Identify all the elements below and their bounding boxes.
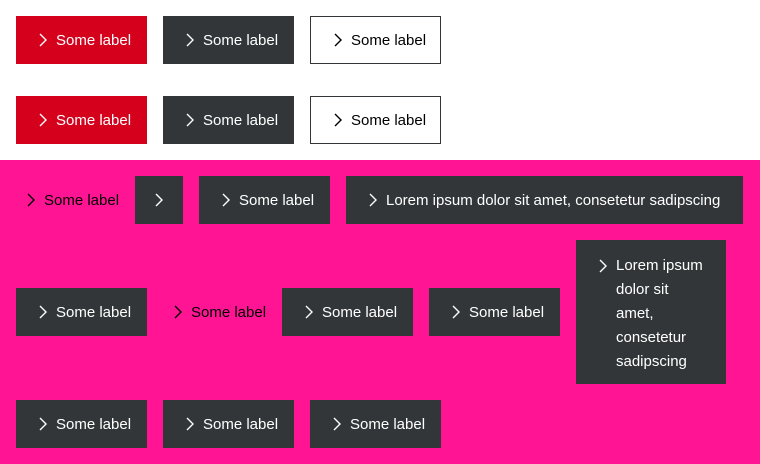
arrow-head-right-icon	[22, 190, 44, 210]
wrapped-label-button[interactable]: Lorem ipsum dolor sit amet, consetetur s…	[576, 240, 726, 384]
arrow-head-right-icon	[169, 302, 191, 322]
icon-only-button[interactable]	[135, 176, 183, 224]
secondary-button[interactable]: Some label	[429, 288, 560, 336]
arrow-head-right-icon	[181, 30, 203, 50]
arrow-head-right-icon	[329, 30, 351, 50]
secondary-button[interactable]: Some label	[16, 400, 147, 448]
button-label: Some label	[56, 303, 132, 321]
secondary-button[interactable]: Some label	[16, 288, 147, 336]
secondary-button[interactable]: Some label	[282, 288, 413, 336]
arrow-head-right-icon	[34, 30, 56, 50]
secondary-button[interactable]: Some label	[310, 400, 441, 448]
button-label: Some label	[351, 111, 427, 129]
arrow-head-right-icon	[329, 110, 351, 130]
long-label-button[interactable]: Lorem ipsum dolor sit amet, consetetur s…	[346, 176, 743, 224]
secondary-button[interactable]: Some label	[163, 400, 294, 448]
button-label: Some label	[351, 31, 427, 49]
button-label: Lorem ipsum dolor sit amet, consetetur s…	[386, 191, 721, 209]
arrow-head-right-icon	[364, 190, 386, 210]
button-label: Some label	[322, 303, 398, 321]
button-label: Some label	[350, 415, 426, 433]
button-label: Some label	[203, 31, 279, 49]
button-label: Some label	[56, 415, 132, 433]
button-label: Some label	[469, 303, 545, 321]
primary-button[interactable]: Some label	[16, 16, 147, 64]
arrow-head-right-icon	[217, 190, 239, 210]
secondary-button[interactable]: Some label	[163, 96, 294, 144]
arrow-head-right-icon	[447, 302, 469, 322]
arrow-head-right-icon	[34, 302, 56, 322]
button-label: Some label	[239, 191, 315, 209]
secondary-button[interactable]: Some label	[163, 16, 294, 64]
button-label: Some label	[44, 191, 120, 209]
button-label: Some label	[56, 31, 132, 49]
ghost-link-button[interactable]: Some label	[16, 176, 131, 224]
arrow-head-right-icon	[34, 414, 56, 434]
arrow-head-right-icon	[594, 256, 616, 276]
tertiary-button[interactable]: Some label	[310, 16, 441, 64]
button-label: Some label	[203, 415, 279, 433]
button-label: Some label	[56, 111, 132, 129]
tertiary-button[interactable]: Some label	[310, 96, 441, 144]
arrow-head-right-icon	[148, 190, 170, 210]
arrow-head-right-icon	[34, 110, 56, 130]
arrow-head-right-icon	[181, 414, 203, 434]
button-label: Some label	[203, 111, 279, 129]
button-label: Lorem ipsum dolor sit amet, consetetur s…	[616, 257, 703, 370]
arrow-head-right-icon	[328, 414, 350, 434]
arrow-head-right-icon	[300, 302, 322, 322]
ghost-link-button[interactable]: Some label	[163, 288, 278, 336]
button-label: Some label	[191, 303, 267, 321]
arrow-head-right-icon	[181, 110, 203, 130]
secondary-button[interactable]: Some label	[199, 176, 330, 224]
primary-button[interactable]: Some label	[16, 96, 147, 144]
